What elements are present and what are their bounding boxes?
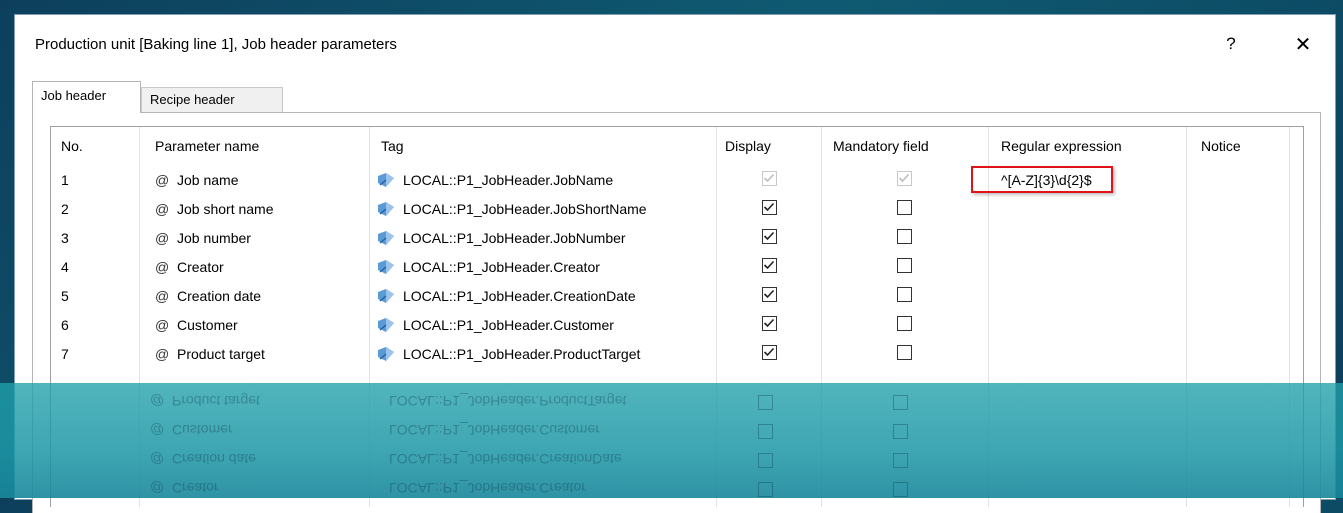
column-header-tag[interactable]: Tag [381, 138, 404, 154]
tag-icon [377, 346, 395, 367]
tag-cell[interactable]: LOCAL::P1_JobHeader.ProductTarget [403, 346, 640, 362]
table-row[interactable]: 4 @ Creator LOCAL::P1_JobHeader.Creator [51, 254, 1303, 283]
tag-icon [377, 288, 395, 309]
table-row[interactable]: 7 @ Product target LOCAL::P1_JobHeader.Pro… [51, 341, 1303, 370]
reflection-ghost: @ Product target LOCAL::P1_JobHeader.Prod… [0, 383, 1343, 498]
table-row[interactable]: 6 @ Customer LOCAL::P1_JobHeader.Customer [51, 312, 1303, 341]
tab-job-header[interactable]: Job header [32, 81, 141, 113]
mandatory-checkbox[interactable] [897, 200, 912, 215]
row-number: 2 [61, 201, 69, 217]
mandatory-checkbox[interactable] [897, 316, 912, 331]
tag-cell[interactable]: LOCAL::P1_JobHeader.CreationDate [403, 288, 636, 304]
parameter-name: Job number [177, 230, 251, 246]
tag-icon [377, 317, 395, 338]
mandatory-checkbox[interactable] [897, 345, 912, 360]
mandatory-checkbox[interactable] [897, 229, 912, 244]
display-checkbox[interactable] [762, 258, 777, 273]
table-row[interactable]: 2 @ Job short name LOCAL::P1_JobHeader.Job… [51, 196, 1303, 225]
close-button[interactable]: ✕ [1285, 27, 1321, 61]
tag-cell[interactable]: LOCAL::P1_JobHeader.JobShortName [403, 201, 647, 217]
at-icon: @ [155, 288, 170, 304]
mandatory-checkbox[interactable] [897, 258, 912, 273]
table-row[interactable]: 1 @ Job name LOCAL::P1_JobHeader.JobName ^[… [51, 166, 1303, 196]
reflected-row: @ Product target LOCAL::P1_JobHeader.Prod… [0, 385, 1343, 414]
tag-cell[interactable]: LOCAL::P1_JobHeader.JobName [403, 172, 613, 188]
row-number: 1 [61, 172, 69, 188]
at-icon: @ [155, 230, 170, 246]
column-header-mandatory[interactable]: Mandatory field [833, 138, 929, 154]
table-row[interactable]: 3 @ Job number LOCAL::P1_JobHeader.JobNumb… [51, 225, 1303, 254]
display-checkbox[interactable] [762, 316, 777, 331]
display-checkbox[interactable] [762, 200, 777, 215]
parameter-name: Customer [177, 317, 238, 333]
column-header-regex[interactable]: Regular expression [1001, 138, 1122, 154]
tab-recipe-header[interactable]: Recipe header [141, 87, 283, 112]
parameter-name: Job short name [177, 201, 274, 217]
row-number: 4 [61, 259, 69, 275]
column-header-parameter-name[interactable]: Parameter name [155, 138, 259, 154]
row-number: 3 [61, 230, 69, 246]
row-number: 6 [61, 317, 69, 333]
help-button[interactable]: ? [1213, 27, 1249, 61]
at-icon: @ [155, 259, 170, 275]
display-checkbox[interactable] [762, 229, 777, 244]
column-header-display[interactable]: Display [725, 138, 771, 154]
parameter-name-cell[interactable]: @ Job name [155, 172, 238, 188]
parameter-name-cell[interactable]: @ Creation date [155, 288, 261, 304]
column-header-no[interactable]: No. [61, 138, 83, 154]
tag-icon [377, 201, 395, 222]
mandatory-checkbox[interactable] [897, 287, 912, 302]
at-icon: @ [155, 346, 170, 362]
tag-cell[interactable]: LOCAL::P1_JobHeader.JobNumber [403, 230, 626, 246]
at-icon: @ [155, 201, 170, 217]
row-number: 5 [61, 288, 69, 304]
reflection-overlay: @ Product target LOCAL::P1_JobHeader.Prod… [0, 383, 1343, 498]
parameter-name: Job name [177, 172, 239, 188]
mandatory-checkbox [897, 171, 912, 186]
reflected-row: @ Creation date LOCAL::P1_JobHeader.Creat… [0, 443, 1343, 472]
column-header-notice[interactable]: Notice [1201, 138, 1241, 154]
table-row[interactable]: 5 @ Creation date LOCAL::P1_JobHeader.Crea… [51, 283, 1303, 312]
parameter-name-cell[interactable]: @ Creator [155, 259, 224, 275]
tag-icon [377, 230, 395, 251]
window-title: Production unit [Baking line 1], Job hea… [35, 36, 397, 53]
table-header: No. Parameter name Tag Display Mandatory… [51, 127, 1303, 167]
at-icon: @ [155, 317, 170, 333]
close-icon: ✕ [1294, 33, 1312, 56]
display-checkbox [762, 171, 777, 186]
parameter-name: Product target [177, 346, 265, 362]
reflected-row: @ Customer LOCAL::P1_JobHeader.Customer [0, 414, 1343, 443]
reflected-row: @ Creator LOCAL::P1_JobHeader.Creator [0, 472, 1343, 498]
tag-icon [377, 259, 395, 280]
tag-cell[interactable]: LOCAL::P1_JobHeader.Customer [403, 317, 614, 333]
parameter-name-cell[interactable]: @ Customer [155, 317, 238, 333]
display-checkbox[interactable] [762, 345, 777, 360]
parameter-name-cell[interactable]: @ Product target [155, 346, 265, 362]
display-checkbox[interactable] [762, 287, 777, 302]
tag-cell[interactable]: LOCAL::P1_JobHeader.Creator [403, 259, 600, 275]
parameter-name: Creator [177, 259, 224, 275]
regex-highlight [971, 166, 1113, 193]
tag-icon [377, 172, 395, 193]
title-bar: Production unit [Baking line 1], Job hea… [15, 15, 1335, 73]
row-number: 7 [61, 346, 69, 362]
parameter-name-cell[interactable]: @ Job number [155, 230, 251, 246]
parameter-name: Creation date [177, 288, 262, 304]
at-icon: @ [155, 172, 170, 188]
parameter-name-cell[interactable]: @ Job short name [155, 201, 274, 217]
